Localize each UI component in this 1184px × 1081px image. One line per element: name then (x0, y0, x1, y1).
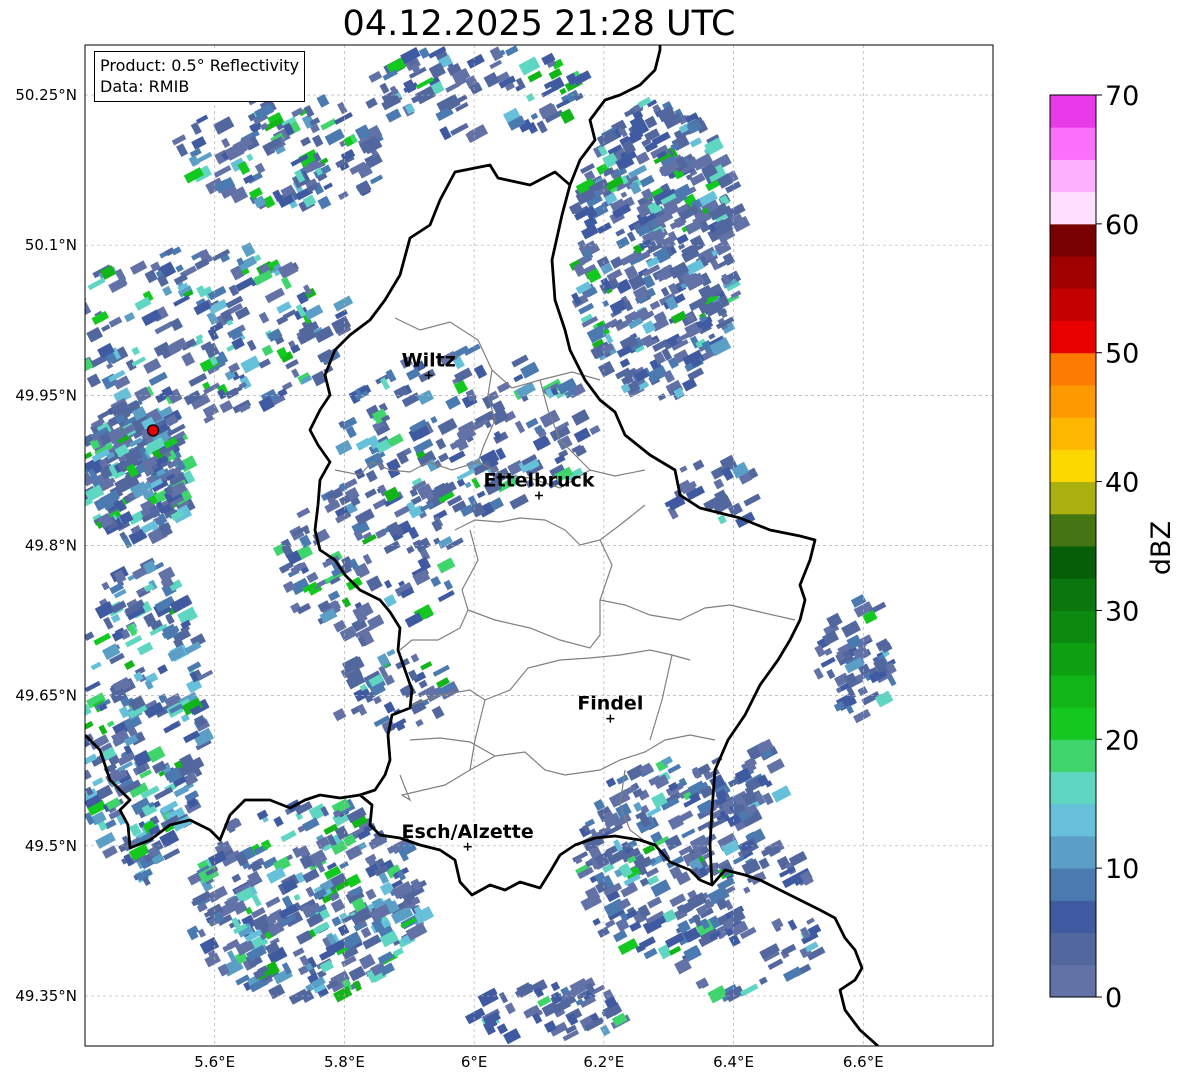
colorbar-ticks: 0 10 20 30 40 50 60 70 (1096, 81, 1139, 1014)
x-tick-label: 5.6°E (194, 1053, 235, 1071)
colorbar-swatch (1050, 417, 1096, 450)
colorbar-swatch (1050, 932, 1096, 966)
colorbar-tick-label: 10 (1105, 854, 1139, 885)
city-label: Findel (577, 693, 643, 715)
colorbar-swatch (1050, 642, 1096, 676)
colorbar-swatch (1050, 95, 1096, 128)
map-panel: WiltzEttelbruckFindelEsch/Alzette 5.6°E 5… (15, 44, 994, 1071)
x-tick-label: 6°E (461, 1053, 488, 1071)
colorbar-swatch (1050, 320, 1096, 354)
colorbar-swatch (1050, 159, 1096, 193)
y-tick-label: 49.8°N (25, 537, 77, 555)
y-tick-label: 50.1°N (25, 236, 77, 254)
colorbar-swatch (1050, 771, 1096, 805)
colorbar-swatch (1050, 127, 1096, 160)
colorbar-swatch (1050, 868, 1096, 901)
colorbar-swatch (1050, 223, 1096, 257)
x-tick-label: 6.6°E (843, 1053, 884, 1071)
colorbar-tick-label: 30 (1105, 596, 1139, 627)
y-tick-label: 49.65°N (15, 687, 77, 705)
x-tick-label: 6.4°E (713, 1053, 754, 1071)
colorbar-swatch (1050, 803, 1096, 837)
radar-echo-cell (85, 292, 87, 306)
x-tick-label: 6.2°E (583, 1053, 624, 1071)
colorbar-swatch (1050, 739, 1096, 772)
colorbar-swatch (1050, 513, 1096, 547)
y-axis-ticks: 50.25°N 50.1°N 49.95°N 49.8°N 49.65°N 49.5°N 4… (15, 86, 77, 1005)
city-label: Wiltz (402, 349, 456, 371)
colorbar-tick-label: 20 (1105, 725, 1139, 756)
y-tick-label: 50.25°N (15, 86, 77, 104)
colorbar-swatch (1050, 288, 1096, 321)
colorbar-swatch (1050, 835, 1096, 869)
colorbar-swatch (1050, 352, 1096, 386)
product-text: Product: 0.5° Reflectivity (100, 56, 300, 75)
colorbar: 0 10 20 30 40 50 60 70 dBZ (1049, 81, 1177, 1014)
colorbar-label: dBZ (1146, 521, 1177, 575)
colorbar-swatch (1050, 546, 1096, 579)
colorbar-swatch (1050, 674, 1096, 708)
y-tick-label: 49.35°N (15, 987, 77, 1005)
radar-echo-cell (85, 350, 86, 364)
colorbar-swatch (1050, 256, 1096, 289)
y-tick-label: 49.95°N (15, 386, 77, 404)
radar-site-marker (146, 424, 160, 437)
x-tick-label: 5.8°E (324, 1053, 365, 1071)
map-title: 04.12.2025 21:28 UTC (342, 4, 736, 44)
colorbar-tick-label: 50 (1105, 339, 1139, 370)
colorbar-tick-label: 60 (1105, 210, 1139, 241)
colorbar-tick-label: 70 (1105, 81, 1139, 112)
city-label: Ettelbruck (484, 469, 595, 491)
colorbar-swatch (1050, 481, 1096, 515)
data-source-text: Data: RMIB (100, 77, 190, 96)
radar-echo-cell (85, 784, 86, 794)
x-axis-ticks: 5.6°E 5.8°E 6°E 6.2°E 6.4°E 6.6°E (194, 1053, 883, 1071)
product-info-box: Product: 0.5° Reflectivity Data: RMIB (94, 51, 306, 102)
colorbar-tick-label: 0 (1105, 983, 1122, 1014)
colorbar-swatch (1050, 578, 1096, 611)
radar-echo-cell (73, 297, 85, 308)
colorbar-swatch (1050, 191, 1096, 225)
colorbar-swatch (1050, 900, 1096, 934)
colorbar-tick-label: 40 (1105, 468, 1139, 499)
y-tick-label: 49.5°N (25, 837, 77, 855)
colorbar-swatch (1050, 707, 1096, 740)
colorbar-swatch (1050, 449, 1096, 483)
colorbar-swatches (1050, 95, 1096, 998)
radar-site-icon (146, 424, 160, 437)
colorbar-swatch (1050, 964, 1096, 998)
colorbar-swatch (1050, 384, 1096, 418)
city-label: Esch/Alzette (402, 821, 534, 843)
colorbar-swatch (1050, 610, 1096, 644)
radar-echo-cell (85, 723, 86, 734)
